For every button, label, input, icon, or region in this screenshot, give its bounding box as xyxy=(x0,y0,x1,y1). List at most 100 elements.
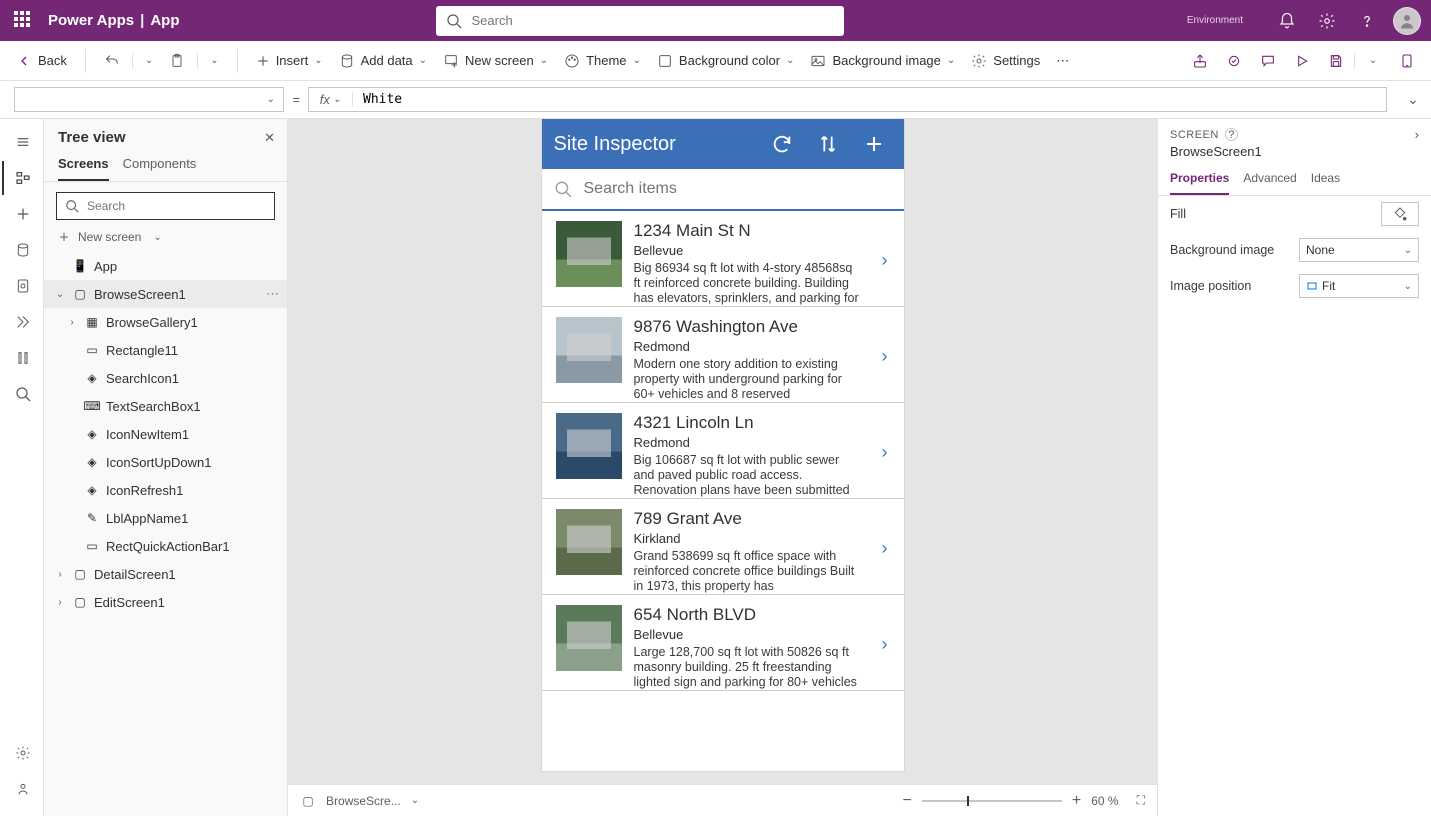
undo-dropdown[interactable]: ⌄ xyxy=(139,45,159,77)
tree-node-searchicon[interactable]: ◈SearchIcon1 xyxy=(44,364,287,392)
tree-node-browsescreen[interactable]: ⌄▢BrowseScreen1⋯ xyxy=(44,280,287,308)
rail-media[interactable] xyxy=(2,269,42,303)
refresh-icon[interactable] xyxy=(764,126,800,162)
info-icon[interactable]: ? xyxy=(1225,128,1238,141)
sort-icon[interactable] xyxy=(810,126,846,162)
tree-node-iconnew[interactable]: ◈IconNewItem1 xyxy=(44,420,287,448)
environment-picker[interactable]: Environment xyxy=(1187,15,1243,27)
list-item[interactable]: 789 Grant Ave Kirkland Grand 538699 sq f… xyxy=(542,499,904,595)
rail-power-automate[interactable] xyxy=(2,305,42,339)
fill-icon xyxy=(657,53,673,69)
tree-node-app[interactable]: 📱App xyxy=(44,252,287,280)
formula-input[interactable] xyxy=(353,92,1386,107)
comments-button[interactable] xyxy=(1254,47,1282,75)
add-data-button[interactable]: Add data⌄ xyxy=(333,45,433,77)
app-search-input[interactable] xyxy=(582,179,892,199)
save-button[interactable] xyxy=(1322,47,1350,75)
props-expand-button[interactable]: › xyxy=(1415,127,1419,142)
props-tab-ideas[interactable]: Ideas xyxy=(1311,165,1340,195)
settings-button[interactable]: Settings xyxy=(965,45,1046,77)
prop-bgimage-control[interactable]: None⌄ xyxy=(1299,238,1419,262)
tree-search[interactable] xyxy=(56,192,275,220)
app-launcher-icon[interactable] xyxy=(14,11,34,31)
status-screen-name[interactable]: BrowseScre... xyxy=(326,794,401,808)
rail-settings[interactable] xyxy=(2,736,42,770)
list-item-title: 1234 Main St N xyxy=(634,221,862,241)
undo-button[interactable] xyxy=(98,45,126,77)
account-avatar[interactable] xyxy=(1391,7,1423,35)
fit-to-window-button[interactable]: ⛶ xyxy=(1137,793,1145,808)
rail-insert[interactable] xyxy=(2,197,42,231)
zoom-out-button[interactable]: − xyxy=(903,792,912,810)
tree-search-input[interactable] xyxy=(85,198,266,214)
tree-node-textsearchbox[interactable]: ⌨TextSearchBox1 xyxy=(44,392,287,420)
zoom-in-button[interactable]: + xyxy=(1072,792,1081,810)
tree-node-rectquick[interactable]: ▭RectQuickActionBar1 xyxy=(44,532,287,560)
props-tab-advanced[interactable]: Advanced xyxy=(1243,165,1296,195)
list-item[interactable]: 1234 Main St N Bellevue Big 86934 sq ft … xyxy=(542,211,904,307)
tab-screens[interactable]: Screens xyxy=(58,150,109,181)
back-button[interactable]: Back xyxy=(10,45,73,77)
paste-dropdown[interactable]: ⌄ xyxy=(204,45,224,77)
rail-virtual-agent[interactable] xyxy=(2,772,42,806)
tree-list: 📱App ⌄▢BrowseScreen1⋯ ›▦BrowseGallery1 ▭… xyxy=(44,252,287,816)
bgcolor-button[interactable]: Background color⌄ xyxy=(651,45,801,77)
app-title: Site Inspector xyxy=(554,133,754,156)
tab-components[interactable]: Components xyxy=(123,150,197,181)
tree-node-rectangle[interactable]: ▭Rectangle11 xyxy=(44,336,287,364)
help-icon[interactable] xyxy=(1351,12,1383,30)
tree-close-icon[interactable]: ✕ xyxy=(264,130,275,146)
list-item[interactable]: 654 North BLVD Bellevue Large 128,700 sq… xyxy=(542,595,904,691)
canvas-area: Site Inspector 1234 Main St N Bellevue B… xyxy=(288,119,1157,816)
props-tab-properties[interactable]: Properties xyxy=(1170,165,1229,195)
app-checker-button[interactable] xyxy=(1220,47,1248,75)
settings-gear-icon[interactable] xyxy=(1311,12,1343,30)
rail-search[interactable] xyxy=(2,377,42,411)
fx-label[interactable]: fx⌄ xyxy=(309,92,353,107)
bgimage-button[interactable]: Background image⌄ xyxy=(804,45,961,77)
tree-node-detailscreen[interactable]: ›▢DetailScreen1 xyxy=(44,560,287,588)
prop-fill-control[interactable] xyxy=(1381,202,1419,226)
new-screen-button[interactable]: New screen⌄ xyxy=(437,45,554,77)
rail-data[interactable] xyxy=(2,233,42,267)
add-icon[interactable] xyxy=(856,126,892,162)
list-item-thumbnail xyxy=(556,221,622,287)
save-dropdown[interactable]: ⌄ xyxy=(1359,47,1387,75)
new-screen-link[interactable]: New screen ⌄ xyxy=(44,226,287,252)
chevron-right-icon[interactable]: › xyxy=(874,221,896,300)
icon-control-icon: ◈ xyxy=(84,482,100,498)
list-item-description: Big 106687 sq ft lot with public sewer a… xyxy=(634,453,862,498)
tree-node-editscreen[interactable]: ›▢EditScreen1 xyxy=(44,588,287,616)
tree-node-iconsort[interactable]: ◈IconSortUpDown1 xyxy=(44,448,287,476)
overflow-button[interactable]: ⋯ xyxy=(1050,45,1075,77)
prop-imgpos-control[interactable]: Fit⌄ xyxy=(1299,274,1419,298)
formula-expand-button[interactable]: ⌄ xyxy=(1395,81,1431,118)
global-search-input[interactable] xyxy=(470,12,834,29)
tree-node-gallery[interactable]: ›▦BrowseGallery1 xyxy=(44,308,287,336)
publish-button[interactable] xyxy=(1393,47,1421,75)
chevron-right-icon[interactable]: › xyxy=(874,605,896,684)
rail-variables[interactable] xyxy=(2,341,42,375)
tree-node-iconrefresh[interactable]: ◈IconRefresh1 xyxy=(44,476,287,504)
insert-button[interactable]: Insert⌄ xyxy=(250,45,329,77)
chevron-right-icon[interactable]: › xyxy=(874,317,896,396)
tree-node-lblappname[interactable]: ✎LblAppName1 xyxy=(44,504,287,532)
tree-view-title: Tree view xyxy=(58,129,264,146)
global-search[interactable] xyxy=(436,6,844,36)
list-item[interactable]: 4321 Lincoln Ln Redmond Big 106687 sq ft… xyxy=(542,403,904,499)
notifications-icon[interactable] xyxy=(1271,12,1303,30)
rail-treeview[interactable] xyxy=(2,161,42,195)
app-search-bar[interactable] xyxy=(542,169,904,211)
list-item[interactable]: 9876 Washington Ave Redmond Modern one s… xyxy=(542,307,904,403)
zoom-slider[interactable] xyxy=(922,800,1062,802)
rail-hamburger[interactable] xyxy=(2,125,42,159)
chevron-right-icon[interactable]: › xyxy=(874,509,896,588)
paste-button[interactable] xyxy=(163,45,191,77)
list-item-thumbnail xyxy=(556,509,622,575)
chevron-right-icon[interactable]: › xyxy=(874,413,896,492)
property-selector[interactable]: ⌄ xyxy=(14,87,284,112)
preview-button[interactable] xyxy=(1288,47,1316,75)
theme-button[interactable]: Theme⌄ xyxy=(558,45,647,77)
undo-icon xyxy=(104,53,120,69)
share-button[interactable] xyxy=(1186,47,1214,75)
